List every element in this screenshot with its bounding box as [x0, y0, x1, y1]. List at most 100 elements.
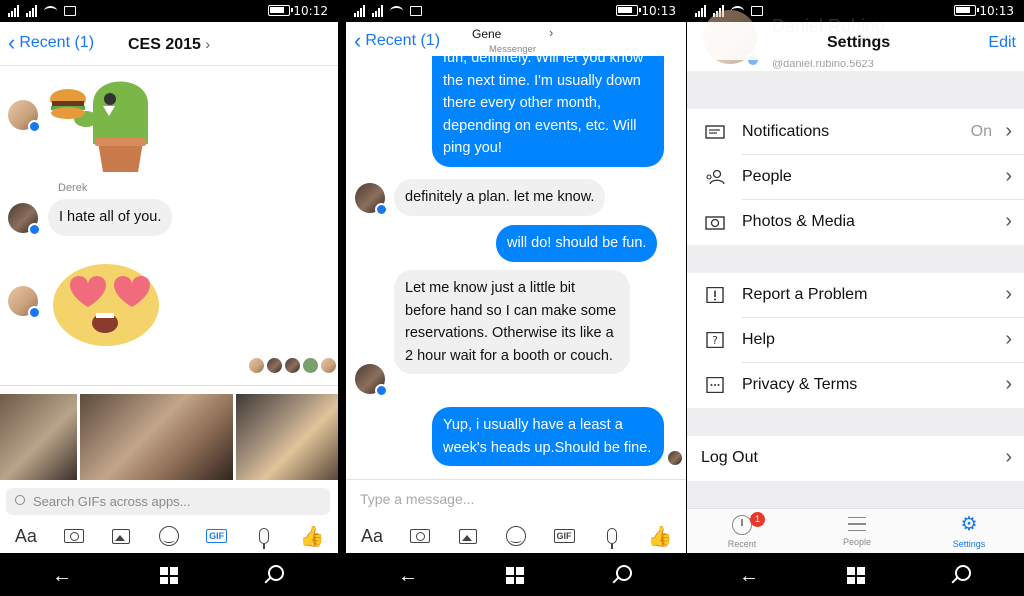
- windows-start-button[interactable]: [160, 567, 178, 584]
- emoji-button[interactable]: ‿: [154, 524, 184, 548]
- emoji-button[interactable]: ‿: [501, 524, 531, 548]
- microphone-button[interactable]: [249, 524, 279, 549]
- windows-start-button[interactable]: [847, 567, 865, 584]
- cactus-sticker[interactable]: [48, 64, 163, 174]
- microphone-button[interactable]: [597, 524, 627, 549]
- message-input[interactable]: Type a message...: [360, 491, 670, 507]
- tab-recent[interactable]: 1 Recent: [722, 512, 765, 549]
- direct-chat-screen: 10:13 ‹ Recent (1) Gene Messenger › fun,…: [346, 0, 686, 596]
- heart-eyes-emoji-sticker[interactable]: [48, 255, 163, 350]
- settings-row-privacy-terms[interactable]: Privacy & Terms ›: [687, 363, 1024, 408]
- row-label: Notifications: [742, 123, 830, 140]
- message-bubble[interactable]: I hate all of you.: [48, 199, 173, 236]
- chevron-right-icon: ›: [549, 25, 554, 40]
- row-label: Report a Problem: [742, 286, 868, 303]
- image-icon: [112, 528, 131, 544]
- system-search-button[interactable]: [955, 565, 971, 581]
- contact-header[interactable]: Gene Messenger ›: [472, 25, 554, 55]
- settings-row-help[interactable]: ? Help ›: [687, 318, 1024, 363]
- chevron-right-icon: ›: [1005, 210, 1012, 232]
- image-icon: [459, 528, 477, 544]
- message-bubble[interactable]: fun, definitely. Will let you know the n…: [432, 40, 664, 167]
- contact-name: Gene: [472, 27, 502, 41]
- gear-icon: ⚙: [960, 514, 978, 535]
- text-format-button[interactable]: Aa: [11, 524, 41, 548]
- windows-start-button[interactable]: [506, 567, 524, 584]
- conversation-title[interactable]: CES 2015 ›: [128, 36, 210, 54]
- back-label: Recent (1): [365, 32, 441, 49]
- message-bubble[interactable]: will do! should be fun.: [496, 225, 658, 262]
- avatar[interactable]: [355, 364, 388, 397]
- message-bubble[interactable]: Yup, i usually have a least a week's hea…: [432, 407, 664, 466]
- avatar[interactable]: [8, 203, 41, 236]
- notifications-icon: [705, 125, 725, 139]
- gif-search-field[interactable]: Search GIFs across apps...: [6, 488, 330, 515]
- smiley-icon: ‿: [506, 526, 526, 546]
- text-format-button[interactable]: Aa: [357, 524, 387, 548]
- back-button[interactable]: ‹ Recent (1): [354, 30, 441, 52]
- settings-row-notifications[interactable]: Notifications On ›: [687, 110, 1024, 155]
- settings-row-report-problem[interactable]: Report a Problem ›: [687, 273, 1024, 318]
- photos-button[interactable]: [453, 524, 483, 548]
- thumbs-up-icon: 👍: [299, 525, 325, 548]
- settings-screen: 10:13 Daniel Rubino @daniel.rubino.5623 …: [687, 0, 1024, 596]
- message-bubble[interactable]: definitely a plan. let me know.: [394, 179, 606, 216]
- sender-name: Derek: [58, 182, 88, 194]
- seen-avatar: [285, 358, 300, 373]
- chevron-right-icon: ›: [1005, 120, 1012, 142]
- avatar[interactable]: [8, 286, 41, 319]
- svg-text:?: ?: [712, 334, 718, 347]
- gif-icon: GIF: [206, 529, 228, 543]
- messenger-badge-icon: [28, 120, 41, 133]
- signal-icon: [8, 5, 19, 17]
- search-icon: [15, 495, 25, 505]
- edit-button[interactable]: Edit: [988, 34, 1016, 52]
- seen-avatar: [267, 358, 282, 373]
- back-arrow-button[interactable]: ←: [398, 565, 418, 588]
- chevron-right-icon: ›: [205, 36, 211, 52]
- like-button[interactable]: 👍: [297, 524, 327, 548]
- avatar[interactable]: [355, 183, 388, 216]
- gif-thumbnail[interactable]: [0, 394, 77, 480]
- microphone-icon: [607, 528, 617, 549]
- like-button[interactable]: 👍: [645, 524, 675, 548]
- message-notification-icon: [751, 6, 763, 16]
- gif-thumbnail[interactable]: [236, 394, 338, 480]
- wifi-icon: [44, 6, 57, 16]
- back-label: Recent (1): [19, 34, 95, 51]
- photos-button[interactable]: [106, 524, 136, 548]
- settings-header: Settings Edit: [687, 22, 1024, 60]
- camera-button[interactable]: [405, 524, 435, 548]
- contact-subtitle: Messenger: [489, 44, 536, 55]
- compose-toolbar: Aa ‿ GIF 👍: [346, 517, 686, 555]
- tab-people[interactable]: People: [837, 517, 877, 547]
- back-arrow-button[interactable]: ←: [52, 565, 72, 588]
- back-button[interactable]: ‹ Recent (1): [8, 32, 95, 54]
- chevron-right-icon: ›: [1005, 446, 1012, 468]
- message-bubble[interactable]: Let me know just a little bit before han…: [394, 270, 630, 374]
- system-search-button[interactable]: [268, 565, 284, 581]
- back-arrow-button[interactable]: ←: [739, 565, 759, 588]
- camera-button[interactable]: [59, 524, 89, 548]
- gif-thumbnail[interactable]: [80, 394, 233, 480]
- settings-row-log-out[interactable]: Log Out ›: [687, 436, 1024, 481]
- seen-avatar: [303, 358, 318, 373]
- clock: 10:13: [641, 4, 676, 18]
- settings-row-photos-media[interactable]: Photos & Media ›: [687, 200, 1024, 245]
- row-label: Photos & Media: [742, 213, 855, 230]
- tab-settings[interactable]: ⚙ Settings: [949, 514, 989, 550]
- divider: [346, 479, 686, 480]
- avatar[interactable]: [8, 100, 41, 133]
- seen-avatar: [321, 358, 336, 373]
- signal-2-icon: [372, 5, 383, 17]
- tab-label: Settings: [952, 539, 986, 549]
- gif-button[interactable]: GIF: [202, 524, 232, 548]
- report-problem-icon: [706, 287, 724, 303]
- settings-row-people[interactable]: People ›: [687, 155, 1024, 200]
- chevron-right-icon: ›: [1005, 165, 1012, 187]
- system-search-button[interactable]: [616, 565, 632, 581]
- signal-2-icon: [26, 5, 37, 17]
- messenger-badge-icon: [28, 306, 41, 319]
- tab-label: People: [842, 537, 872, 547]
- gif-button[interactable]: GIF: [549, 524, 579, 548]
